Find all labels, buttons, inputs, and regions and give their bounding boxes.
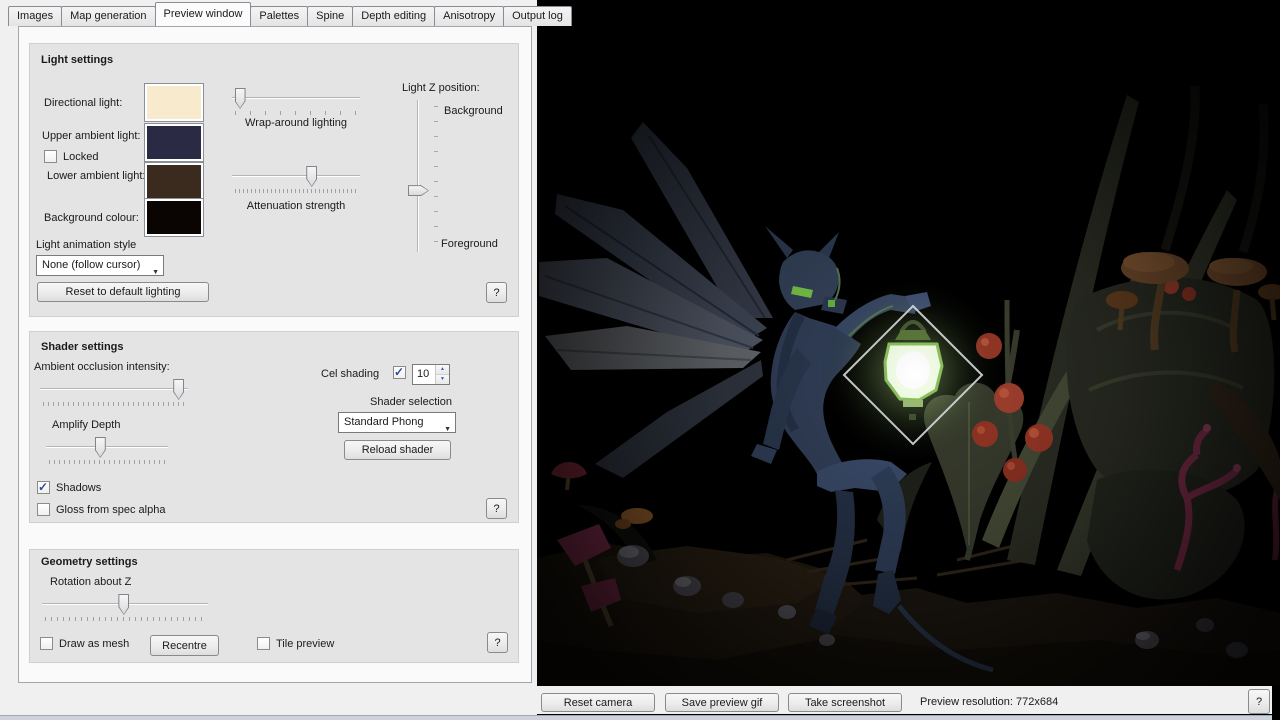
ao-intensity-slider[interactable] bbox=[40, 379, 188, 406]
app-window: Images Map generation Preview window Pal… bbox=[0, 0, 1280, 720]
tab-palettes[interactable]: Palettes bbox=[250, 6, 308, 26]
z-foreground-label: Foreground bbox=[441, 238, 498, 250]
shadows-checkbox[interactable] bbox=[37, 481, 50, 494]
tab-bar: Images Map generation Preview window Pal… bbox=[8, 4, 571, 26]
stepper-down-icon[interactable]: ▼ bbox=[436, 374, 449, 384]
slider-track[interactable] bbox=[40, 388, 188, 390]
save-preview-gif-button[interactable]: Save preview gif bbox=[665, 693, 779, 712]
draw-as-mesh-label: Draw as mesh bbox=[59, 638, 129, 650]
stepper-up-icon[interactable]: ▲ bbox=[436, 365, 449, 374]
geometry-settings-group: Geometry settings Rotation about Z Draw … bbox=[29, 549, 519, 663]
slider-ticks bbox=[45, 617, 205, 621]
lower-ambient-swatch[interactable] bbox=[145, 163, 203, 200]
light-z-slider[interactable] bbox=[408, 100, 438, 252]
tile-preview-label: Tile preview bbox=[276, 638, 334, 650]
light-anim-style-label: Light animation style bbox=[36, 239, 136, 251]
gloss-label: Gloss from spec alpha bbox=[56, 504, 165, 516]
geometry-help-button[interactable]: ? bbox=[487, 632, 508, 653]
slider-thumb[interactable] bbox=[408, 185, 429, 196]
slider-thumb[interactable] bbox=[235, 88, 246, 109]
preview-resolution-label: Preview resolution: 772x684 bbox=[920, 696, 1058, 708]
shader-selection-dropdown[interactable]: Standard Phong ▼ bbox=[338, 412, 456, 433]
shader-selection-label: Shader selection bbox=[370, 396, 452, 408]
light-z-label: Light Z position: bbox=[402, 82, 480, 94]
slider-thumb[interactable] bbox=[95, 437, 106, 458]
lower-ambient-label: Lower ambient light: bbox=[47, 170, 145, 182]
preview-toolbar: Reset camera Save preview gif Take scree… bbox=[537, 686, 1272, 714]
slider-track[interactable] bbox=[46, 446, 168, 448]
chevron-down-icon: ▼ bbox=[444, 420, 451, 439]
wrap-around-slider[interactable] bbox=[232, 88, 360, 115]
light-anim-style-value: None (follow cursor) bbox=[42, 259, 140, 271]
slider-thumb[interactable] bbox=[173, 379, 184, 400]
take-screenshot-button[interactable]: Take screenshot bbox=[788, 693, 902, 712]
light-anim-style-dropdown[interactable]: None (follow cursor) ▼ bbox=[36, 255, 164, 276]
tab-images[interactable]: Images bbox=[8, 6, 62, 26]
attenuation-slider[interactable] bbox=[232, 166, 360, 193]
shader-selection-value: Standard Phong bbox=[344, 416, 424, 428]
background-colour-label: Background colour: bbox=[44, 212, 139, 224]
tab-map-generation[interactable]: Map generation bbox=[61, 6, 155, 26]
z-background-label: Background bbox=[444, 105, 503, 117]
light-settings-title: Light settings bbox=[41, 54, 113, 66]
gloss-checkbox[interactable] bbox=[37, 503, 50, 516]
slider-track[interactable] bbox=[417, 100, 419, 252]
wrap-around-label: Wrap-around lighting bbox=[232, 117, 360, 129]
locked-checkbox[interactable] bbox=[44, 150, 57, 163]
upper-ambient-swatch[interactable] bbox=[145, 124, 203, 161]
shader-settings-group: Shader settings Ambient occlusion intens… bbox=[29, 331, 519, 523]
preview-scene bbox=[537, 0, 1280, 686]
tab-spine[interactable]: Spine bbox=[307, 6, 353, 26]
background-colour-swatch[interactable] bbox=[145, 199, 203, 236]
amplify-depth-label: Amplify Depth bbox=[52, 419, 120, 431]
preview-settings-pane: Light settings Directional light: Upper … bbox=[18, 26, 532, 683]
rotation-z-label: Rotation about Z bbox=[50, 576, 131, 588]
light-help-button[interactable]: ? bbox=[486, 282, 507, 303]
slider-track[interactable] bbox=[232, 97, 360, 99]
upper-ambient-label: Upper ambient light: bbox=[42, 130, 140, 142]
cel-shading-stepper[interactable]: 10 ▲▼ bbox=[412, 364, 450, 385]
amplify-depth-slider[interactable] bbox=[46, 437, 168, 464]
reset-camera-button[interactable]: Reset camera bbox=[541, 693, 655, 712]
tab-depth-editing[interactable]: Depth editing bbox=[352, 6, 435, 26]
chevron-down-icon: ▼ bbox=[152, 263, 159, 282]
attenuation-label: Attenuation strength bbox=[232, 200, 360, 212]
cel-shading-label: Cel shading bbox=[321, 368, 379, 380]
cel-shading-value: 10 bbox=[417, 368, 429, 380]
slider-track[interactable] bbox=[232, 175, 360, 177]
tab-anisotropy[interactable]: Anisotropy bbox=[434, 6, 504, 26]
slider-ticks bbox=[43, 402, 185, 406]
slider-ticks bbox=[235, 189, 357, 193]
directional-light-label: Directional light: bbox=[44, 97, 122, 109]
slider-ticks bbox=[434, 106, 438, 246]
shader-settings-title: Shader settings bbox=[41, 341, 124, 353]
locked-label: Locked bbox=[63, 151, 98, 163]
recentre-button[interactable]: Recentre bbox=[150, 635, 219, 656]
window-bottom-edge bbox=[0, 715, 1272, 720]
tile-preview-checkbox[interactable] bbox=[257, 637, 270, 650]
stepper-buttons[interactable]: ▲▼ bbox=[435, 365, 449, 384]
slider-ticks bbox=[235, 111, 357, 115]
preview-canvas[interactable] bbox=[537, 0, 1280, 720]
slider-thumb[interactable] bbox=[306, 166, 317, 187]
shader-help-button[interactable]: ? bbox=[486, 498, 507, 519]
preview-help-button[interactable]: ? bbox=[1248, 689, 1270, 714]
ao-intensity-label: Ambient occlusion intensity: bbox=[34, 361, 170, 373]
directional-light-swatch[interactable] bbox=[145, 84, 203, 121]
shadows-label: Shadows bbox=[56, 482, 101, 494]
geometry-settings-title: Geometry settings bbox=[41, 556, 138, 568]
tab-preview-window[interactable]: Preview window bbox=[155, 2, 252, 26]
slider-ticks bbox=[49, 460, 165, 464]
tab-output-log[interactable]: Output log bbox=[503, 6, 572, 26]
reset-lighting-button[interactable]: Reset to default lighting bbox=[37, 282, 209, 302]
rotation-z-slider[interactable] bbox=[42, 594, 208, 621]
cel-shading-checkbox[interactable] bbox=[393, 366, 406, 379]
slider-thumb[interactable] bbox=[118, 594, 129, 615]
reload-shader-button[interactable]: Reload shader bbox=[344, 440, 451, 460]
light-settings-group: Light settings Directional light: Upper … bbox=[29, 43, 519, 317]
draw-as-mesh-checkbox[interactable] bbox=[40, 637, 53, 650]
